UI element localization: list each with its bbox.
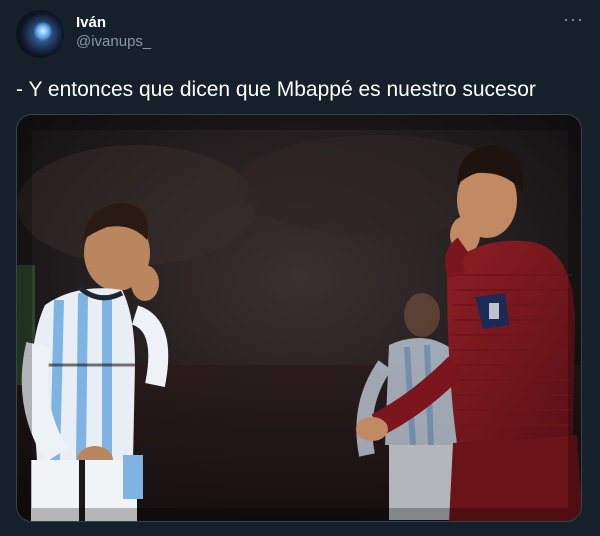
avatar[interactable]: [16, 10, 64, 58]
photo-illustration: [17, 115, 581, 521]
tweet-photo[interactable]: [16, 114, 582, 522]
tweet-header: Iván @ivanups_ ···: [16, 10, 584, 58]
tweet-card: Iván @ivanups_ ··· - Y entonces que dice…: [0, 0, 600, 536]
author-names: Iván @ivanups_: [76, 14, 151, 52]
author-display-name[interactable]: Iván: [76, 14, 151, 32]
tweet-text: - Y entonces que dicen que Mbappé es nue…: [16, 78, 536, 101]
author-handle[interactable]: @ivanups_: [76, 32, 151, 52]
avatar-glow: [34, 22, 52, 40]
more-options-icon[interactable]: ···: [563, 10, 584, 28]
